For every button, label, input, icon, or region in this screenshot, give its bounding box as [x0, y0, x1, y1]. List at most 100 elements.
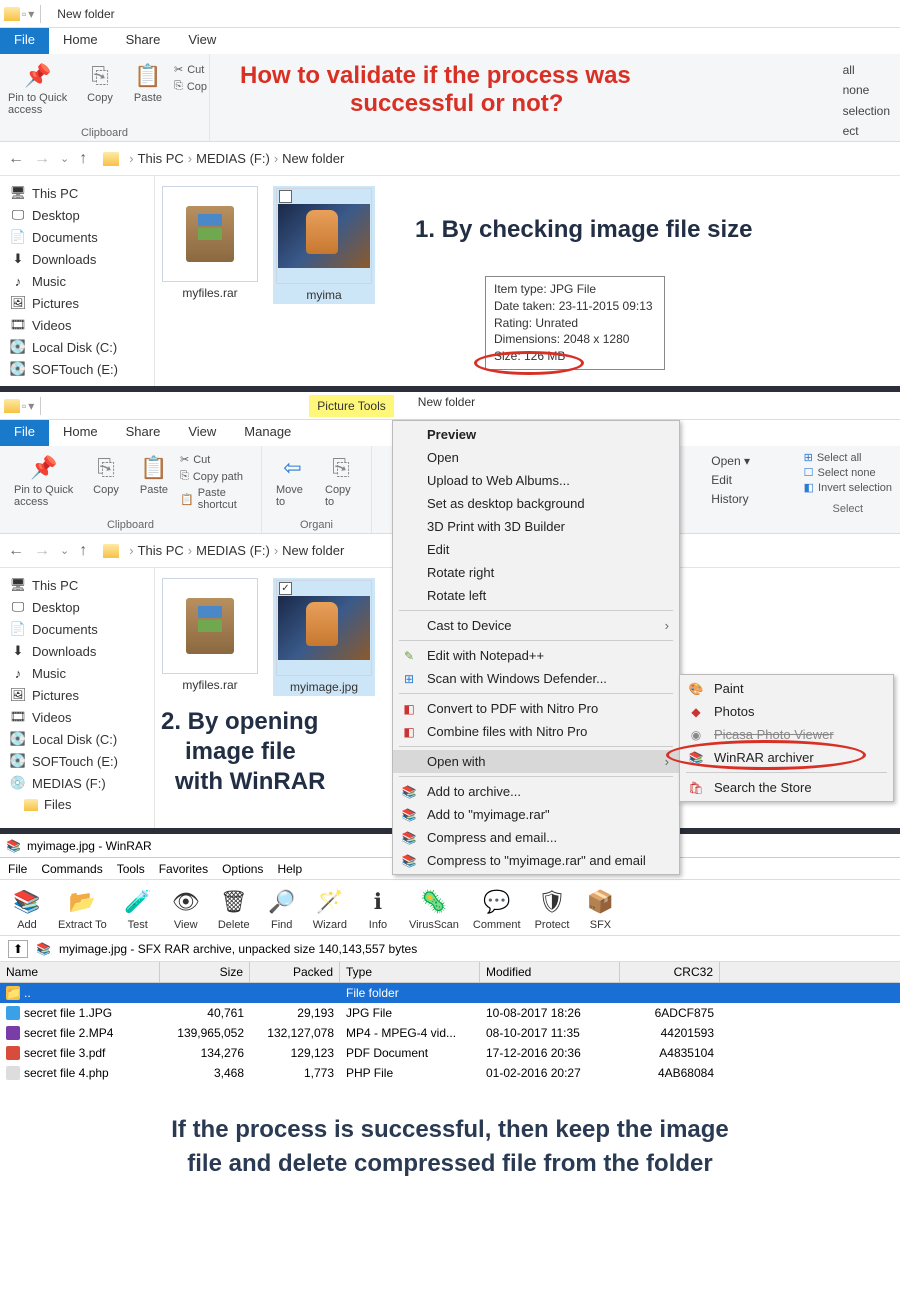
header-packed[interactable]: Packed: [250, 962, 340, 982]
ctx-setbg[interactable]: Set as desktop background: [393, 492, 679, 515]
menu-favorites[interactable]: Favorites: [159, 862, 208, 876]
winrar-column-headers[interactable]: Name Size Packed Type Modified CRC32: [0, 962, 900, 983]
wr-find-button[interactable]: 🔎Find: [265, 885, 299, 931]
checkbox-checked-icon[interactable]: ✓: [279, 582, 292, 595]
pin-quick-access-button[interactable]: 📌 Pin to Quick access: [2, 58, 74, 118]
tab-view[interactable]: View: [174, 28, 230, 54]
copy-to-button[interactable]: ⎘Copy to: [319, 450, 363, 510]
qat-props-icon[interactable]: ▾: [28, 7, 34, 21]
recent-button[interactable]: ⌄: [60, 152, 69, 165]
sidebar-item-thispc[interactable]: 🖥This PC: [4, 182, 150, 204]
sidebar-item-pictures[interactable]: 🖼Pictures: [4, 292, 150, 314]
sidebar-item-desktop[interactable]: 🖵Desktop: [4, 596, 150, 618]
sub-photos[interactable]: ◆Photos: [680, 700, 893, 723]
back-button[interactable]: ←: [8, 542, 24, 560]
ctx-cast[interactable]: Cast to Device›: [393, 614, 679, 637]
copy-path-button[interactable]: ⎘Cop: [174, 79, 207, 94]
sub-picasa[interactable]: ◉Picasa Photo Viewer: [680, 723, 893, 746]
sidebar-item-medias[interactable]: 💿MEDIAS (F:): [4, 772, 150, 794]
wr-wizard-button[interactable]: 🪄Wizard: [313, 885, 347, 931]
wr-add-button[interactable]: 📚Add: [10, 885, 44, 931]
breadcrumb[interactable]: › This PC› MEDIAS (F:)› New folder: [129, 543, 344, 558]
file-tile-image[interactable]: myima: [273, 186, 375, 304]
sub-winrar[interactable]: 📚WinRAR archiver: [680, 746, 893, 769]
pin-button[interactable]: 📌Pin to Quick access: [8, 450, 80, 510]
file-tile-image-selected[interactable]: ✓ myimage.jpg: [273, 578, 375, 696]
tab-manage[interactable]: Manage: [230, 420, 305, 446]
history-button[interactable]: History: [711, 490, 750, 509]
menu-tools[interactable]: Tools: [117, 862, 145, 876]
sub-search-store[interactable]: 🛍Search the Store: [680, 776, 893, 799]
tab-view[interactable]: View: [174, 420, 230, 446]
wr-view-button[interactable]: 👁View: [169, 885, 203, 931]
tab-file[interactable]: File: [0, 28, 49, 54]
recent-button[interactable]: ⌄: [60, 544, 69, 557]
paste-button[interactable]: 📋Paste: [132, 450, 176, 498]
back-button[interactable]: ←: [8, 150, 24, 168]
copy-button[interactable]: ⎘ Copy: [78, 58, 122, 106]
header-modified[interactable]: Modified: [480, 962, 620, 982]
wr-sfx-button[interactable]: 📦SFX: [583, 885, 617, 931]
header-size[interactable]: Size: [160, 962, 250, 982]
ctx-rotate-left[interactable]: Rotate left: [393, 584, 679, 607]
sidebar-item-documents[interactable]: 📄Documents: [4, 226, 150, 248]
ctx-open-with[interactable]: Open with› 🎨Paint ◆Photos ◉Picasa Photo …: [393, 750, 679, 773]
sidebar-item-music[interactable]: ♪Music: [4, 270, 150, 292]
checkbox-icon[interactable]: [279, 190, 292, 203]
winrar-file-row[interactable]: secret file 2.MP4139,965,052132,127,078M…: [0, 1023, 900, 1043]
ctx-compress-email[interactable]: 📚Compress and email...: [393, 826, 679, 849]
header-name[interactable]: Name: [0, 962, 160, 982]
wr-comment-button[interactable]: 💬Comment: [473, 885, 521, 931]
paste-shortcut-button[interactable]: 📋Paste shortcut: [180, 486, 253, 512]
sidebar-item-downloads[interactable]: ⬇Downloads: [4, 640, 150, 662]
sub-paint[interactable]: 🎨Paint: [680, 677, 893, 700]
up-button[interactable]: ↑: [79, 542, 87, 560]
move-to-button[interactable]: ⇦Move to: [270, 450, 315, 510]
file-list[interactable]: myfiles.rar myima Item type: JPG File Da…: [155, 176, 900, 386]
ctx-rotate-right[interactable]: Rotate right: [393, 561, 679, 584]
ctx-edit[interactable]: Edit: [393, 538, 679, 561]
ctx-convert-pdf[interactable]: ◧Convert to PDF with Nitro Pro: [393, 697, 679, 720]
menu-file[interactable]: File: [8, 862, 27, 876]
copy-button[interactable]: ⎘Copy: [84, 450, 128, 498]
menu-options[interactable]: Options: [222, 862, 263, 876]
wr-extract-button[interactable]: 📂Extract To: [58, 885, 107, 931]
tab-home[interactable]: Home: [49, 28, 112, 54]
ctx-open[interactable]: Open: [393, 446, 679, 469]
ctx-scan-defender[interactable]: ⊞Scan with Windows Defender...: [393, 667, 679, 690]
file-tile-rar[interactable]: myfiles.rar: [159, 578, 261, 692]
paste-button[interactable]: 📋 Paste: [126, 58, 170, 106]
wr-test-button[interactable]: 🧪Test: [121, 885, 155, 931]
cut-button[interactable]: ✂Cut: [174, 62, 207, 77]
sidebar-item-localdisk[interactable]: 💽Local Disk (C:): [4, 728, 150, 750]
edit-button[interactable]: Edit: [711, 471, 750, 490]
file-tile-rar[interactable]: myfiles.rar: [159, 186, 261, 300]
wr-delete-button[interactable]: 🗑Delete: [217, 885, 251, 931]
sidebar-item-softouch[interactable]: 💽SOFTouch (E:): [4, 750, 150, 772]
forward-button[interactable]: →: [34, 542, 50, 560]
qat-save-icon[interactable]: ▫: [22, 7, 26, 21]
sidebar-item-desktop[interactable]: 🖵Desktop: [4, 204, 150, 226]
tab-file[interactable]: File: [0, 420, 49, 446]
ctx-add-archive[interactable]: 📚Add to archive...: [393, 780, 679, 803]
header-crc[interactable]: CRC32: [620, 962, 720, 982]
select-none-button[interactable]: ☐Select none: [804, 465, 892, 480]
copy-path-button[interactable]: ⎘Copy path: [180, 469, 253, 484]
open-dropdown[interactable]: Open ▾: [711, 452, 750, 471]
up-button[interactable]: ↑: [79, 150, 87, 168]
up-icon[interactable]: ⬆: [8, 940, 28, 958]
winrar-file-row[interactable]: secret file 1.JPG40,76129,193JPG File10-…: [0, 1003, 900, 1023]
cut-button[interactable]: ✂Cut: [180, 452, 253, 467]
tab-home[interactable]: Home: [49, 420, 112, 446]
sidebar-item-videos[interactable]: 🎞Videos: [4, 314, 150, 336]
ctx-upload[interactable]: Upload to Web Albums...: [393, 469, 679, 492]
menu-commands[interactable]: Commands: [41, 862, 102, 876]
qat-icon[interactable]: ▾: [28, 399, 34, 413]
ctx-edit-notepad[interactable]: ✎Edit with Notepad++: [393, 644, 679, 667]
sidebar-item-documents[interactable]: 📄Documents: [4, 618, 150, 640]
wr-virusscan-button[interactable]: 🦠VirusScan: [409, 885, 459, 931]
ctx-add-rar[interactable]: 📚Add to "myimage.rar": [393, 803, 679, 826]
invert-selection-button[interactable]: ◧Invert selection: [804, 480, 892, 495]
ctx-combine-pdf[interactable]: ◧Combine files with Nitro Pro: [393, 720, 679, 743]
winrar-row-up[interactable]: 📁.. File folder: [0, 983, 900, 1003]
